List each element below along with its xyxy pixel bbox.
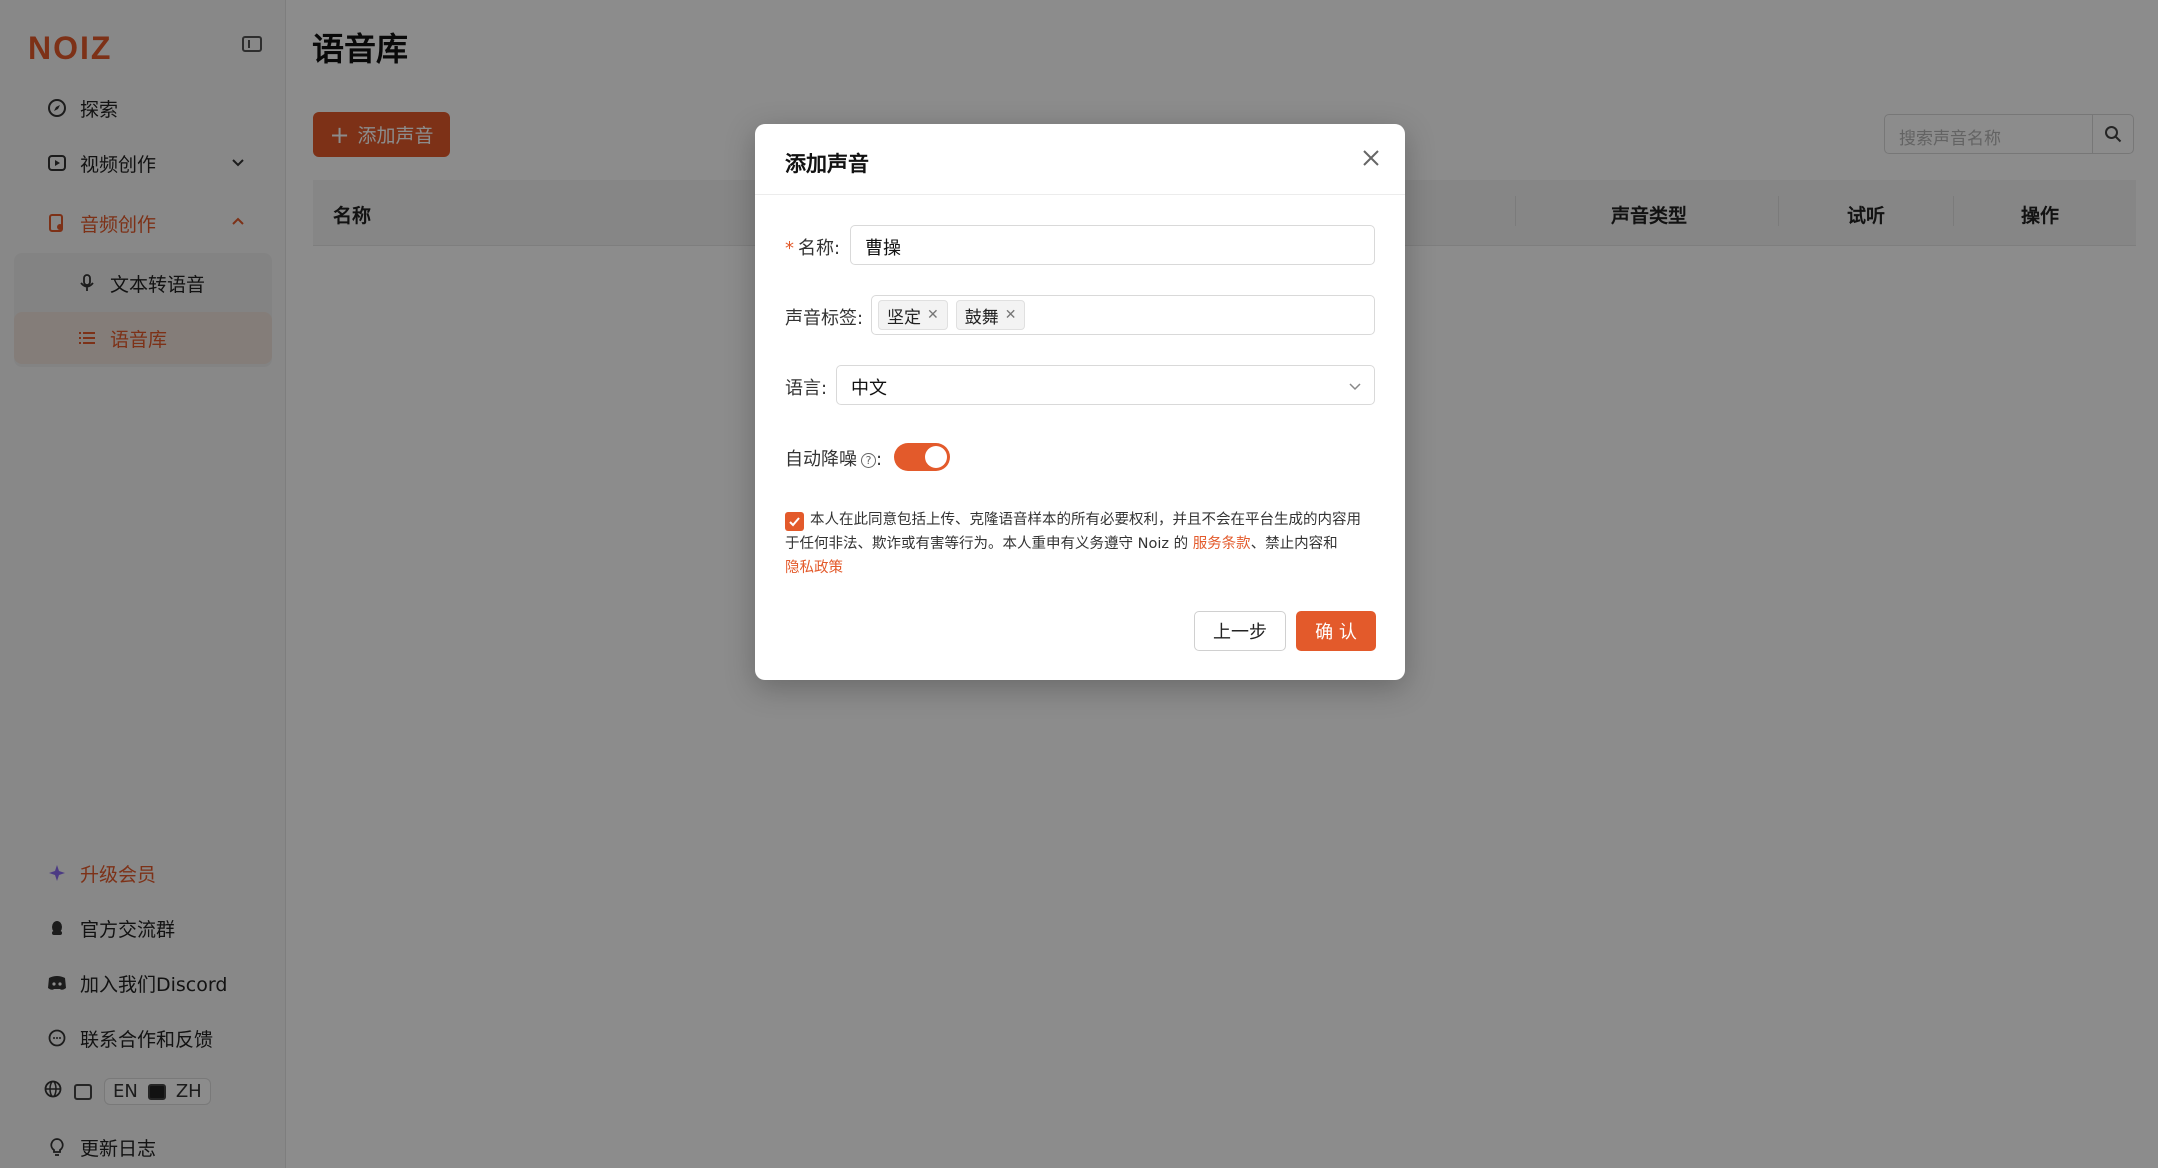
close-button[interactable] [1359,146,1383,170]
terms-link[interactable]: 服务条款 [1193,536,1251,552]
name-value: 曹操 [865,238,901,259]
agree-checkbox[interactable] [785,512,804,531]
name-label: * 名称: [785,238,841,259]
name-field[interactable]: 曹操 [850,225,1375,265]
tag-remove-icon[interactable]: ✕ [1005,307,1017,323]
confirm-button[interactable]: 确 认 [1296,611,1376,651]
check-icon [789,517,800,527]
required-mark: * [785,238,794,259]
language-select[interactable]: 中文 [836,365,1375,405]
privacy-link[interactable]: 隐私政策 [785,560,843,576]
previous-step-button[interactable]: 上一步 [1194,611,1286,651]
help-icon[interactable]: ? [861,452,876,468]
dialog-divider [755,194,1405,195]
agreement-text: 本人在此同意包括上传、克隆语音样本的所有必要权利，并且不会在平台生成的内容用于任… [785,512,1361,576]
tag-chip: 坚定 ✕ [878,300,948,330]
add-voice-dialog: 添加声音 * 名称: 曹操 声音标签: 坚定 ✕ 鼓舞 ✕ 语言: 中文 自动降噪?:… [755,124,1405,680]
denoise-label: 自动降噪?: [785,449,883,470]
chevron-down-icon [1349,383,1361,391]
tag-remove-icon[interactable]: ✕ [927,307,939,323]
dialog-title: 添加声音 [785,152,869,176]
language-label: 语言: [785,378,828,399]
language-value: 中文 [851,378,887,399]
denoise-toggle[interactable] [894,443,950,471]
tags-field[interactable]: 坚定 ✕ 鼓舞 ✕ [871,295,1375,335]
tag-chip: 鼓舞 ✕ [955,300,1026,330]
close-icon [1363,150,1379,166]
tags-label: 声音标签: [785,308,864,329]
